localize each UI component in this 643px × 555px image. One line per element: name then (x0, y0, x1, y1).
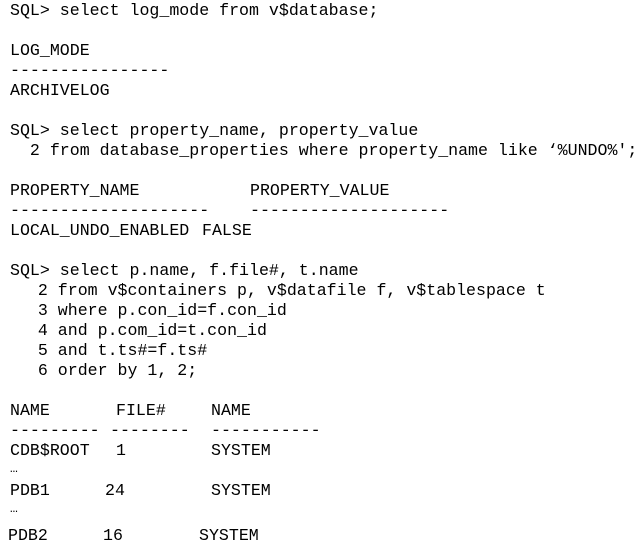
query3-omitted-rows-ellipsis-2: … (10, 501, 18, 516)
query2-separator-property-value: -------------------- (250, 201, 450, 220)
query2-header-property-value: PROPERTY_VALUE (250, 181, 390, 200)
sqlplus-terminal-output: SQL> select log_mode from v$database; LO… (0, 0, 643, 555)
query3-row-2-tablespace-name: SYSTEM (211, 481, 271, 500)
query3-header-container-name: NAME (10, 401, 50, 420)
query3-row-1-file-number: 1 (116, 441, 126, 460)
query3-command-line-1: SQL> select p.name, f.file#, t.name (10, 261, 359, 280)
query3-row-1-tablespace-name: SYSTEM (211, 441, 271, 460)
query3-command-line-6: 6 order by 1, 2; (8, 361, 198, 380)
query3-row-2-file-number: 24 (105, 481, 125, 500)
query3-separator-file-number: -------- (110, 421, 190, 440)
query2-row-property-name: LOCAL_UNDO_ENABLED (10, 221, 190, 240)
query2-header-property-name: PROPERTY_NAME (10, 181, 140, 200)
query3-row-1-container-name: CDB$ROOT (10, 441, 90, 460)
query1-column-header: LOG_MODE (10, 41, 90, 60)
query1-command-line: SQL> select log_mode from v$database; (10, 1, 379, 20)
query3-row-2-container-name: PDB1 (10, 481, 50, 500)
query2-command-line-2: 2 from database_properties where propert… (10, 141, 638, 160)
query3-row-3-tablespace-name: SYSTEM (199, 526, 259, 545)
query3-row-3-file-number: 16 (103, 526, 123, 545)
query2-separator-property-name: -------------------- (10, 201, 210, 220)
query1-result-row: ARCHIVELOG (10, 81, 110, 100)
query3-command-line-2: 2 from v$containers p, v$datafile f, v$t… (8, 281, 546, 300)
query2-command-line-1: SQL> select property_name, property_valu… (10, 121, 419, 140)
query3-header-file-number: FILE# (116, 401, 166, 420)
query3-command-line-4: 4 and p.com_id=t.con_id (8, 321, 267, 340)
query2-row-property-value: FALSE (202, 221, 252, 240)
query3-row-3-container-name: PDB2 (8, 526, 48, 545)
query3-separator-tablespace-name: ----------- (211, 421, 321, 440)
query1-column-separator: ---------------- (10, 61, 170, 80)
query3-command-line-3: 3 where p.con_id=f.con_id (8, 301, 287, 320)
query3-omitted-rows-ellipsis-1: … (10, 461, 18, 476)
query3-command-line-5: 5 and t.ts#=f.ts# (8, 341, 208, 360)
query3-header-tablespace-name: NAME (211, 401, 251, 420)
query3-separator-container-name: --------- (10, 421, 100, 440)
